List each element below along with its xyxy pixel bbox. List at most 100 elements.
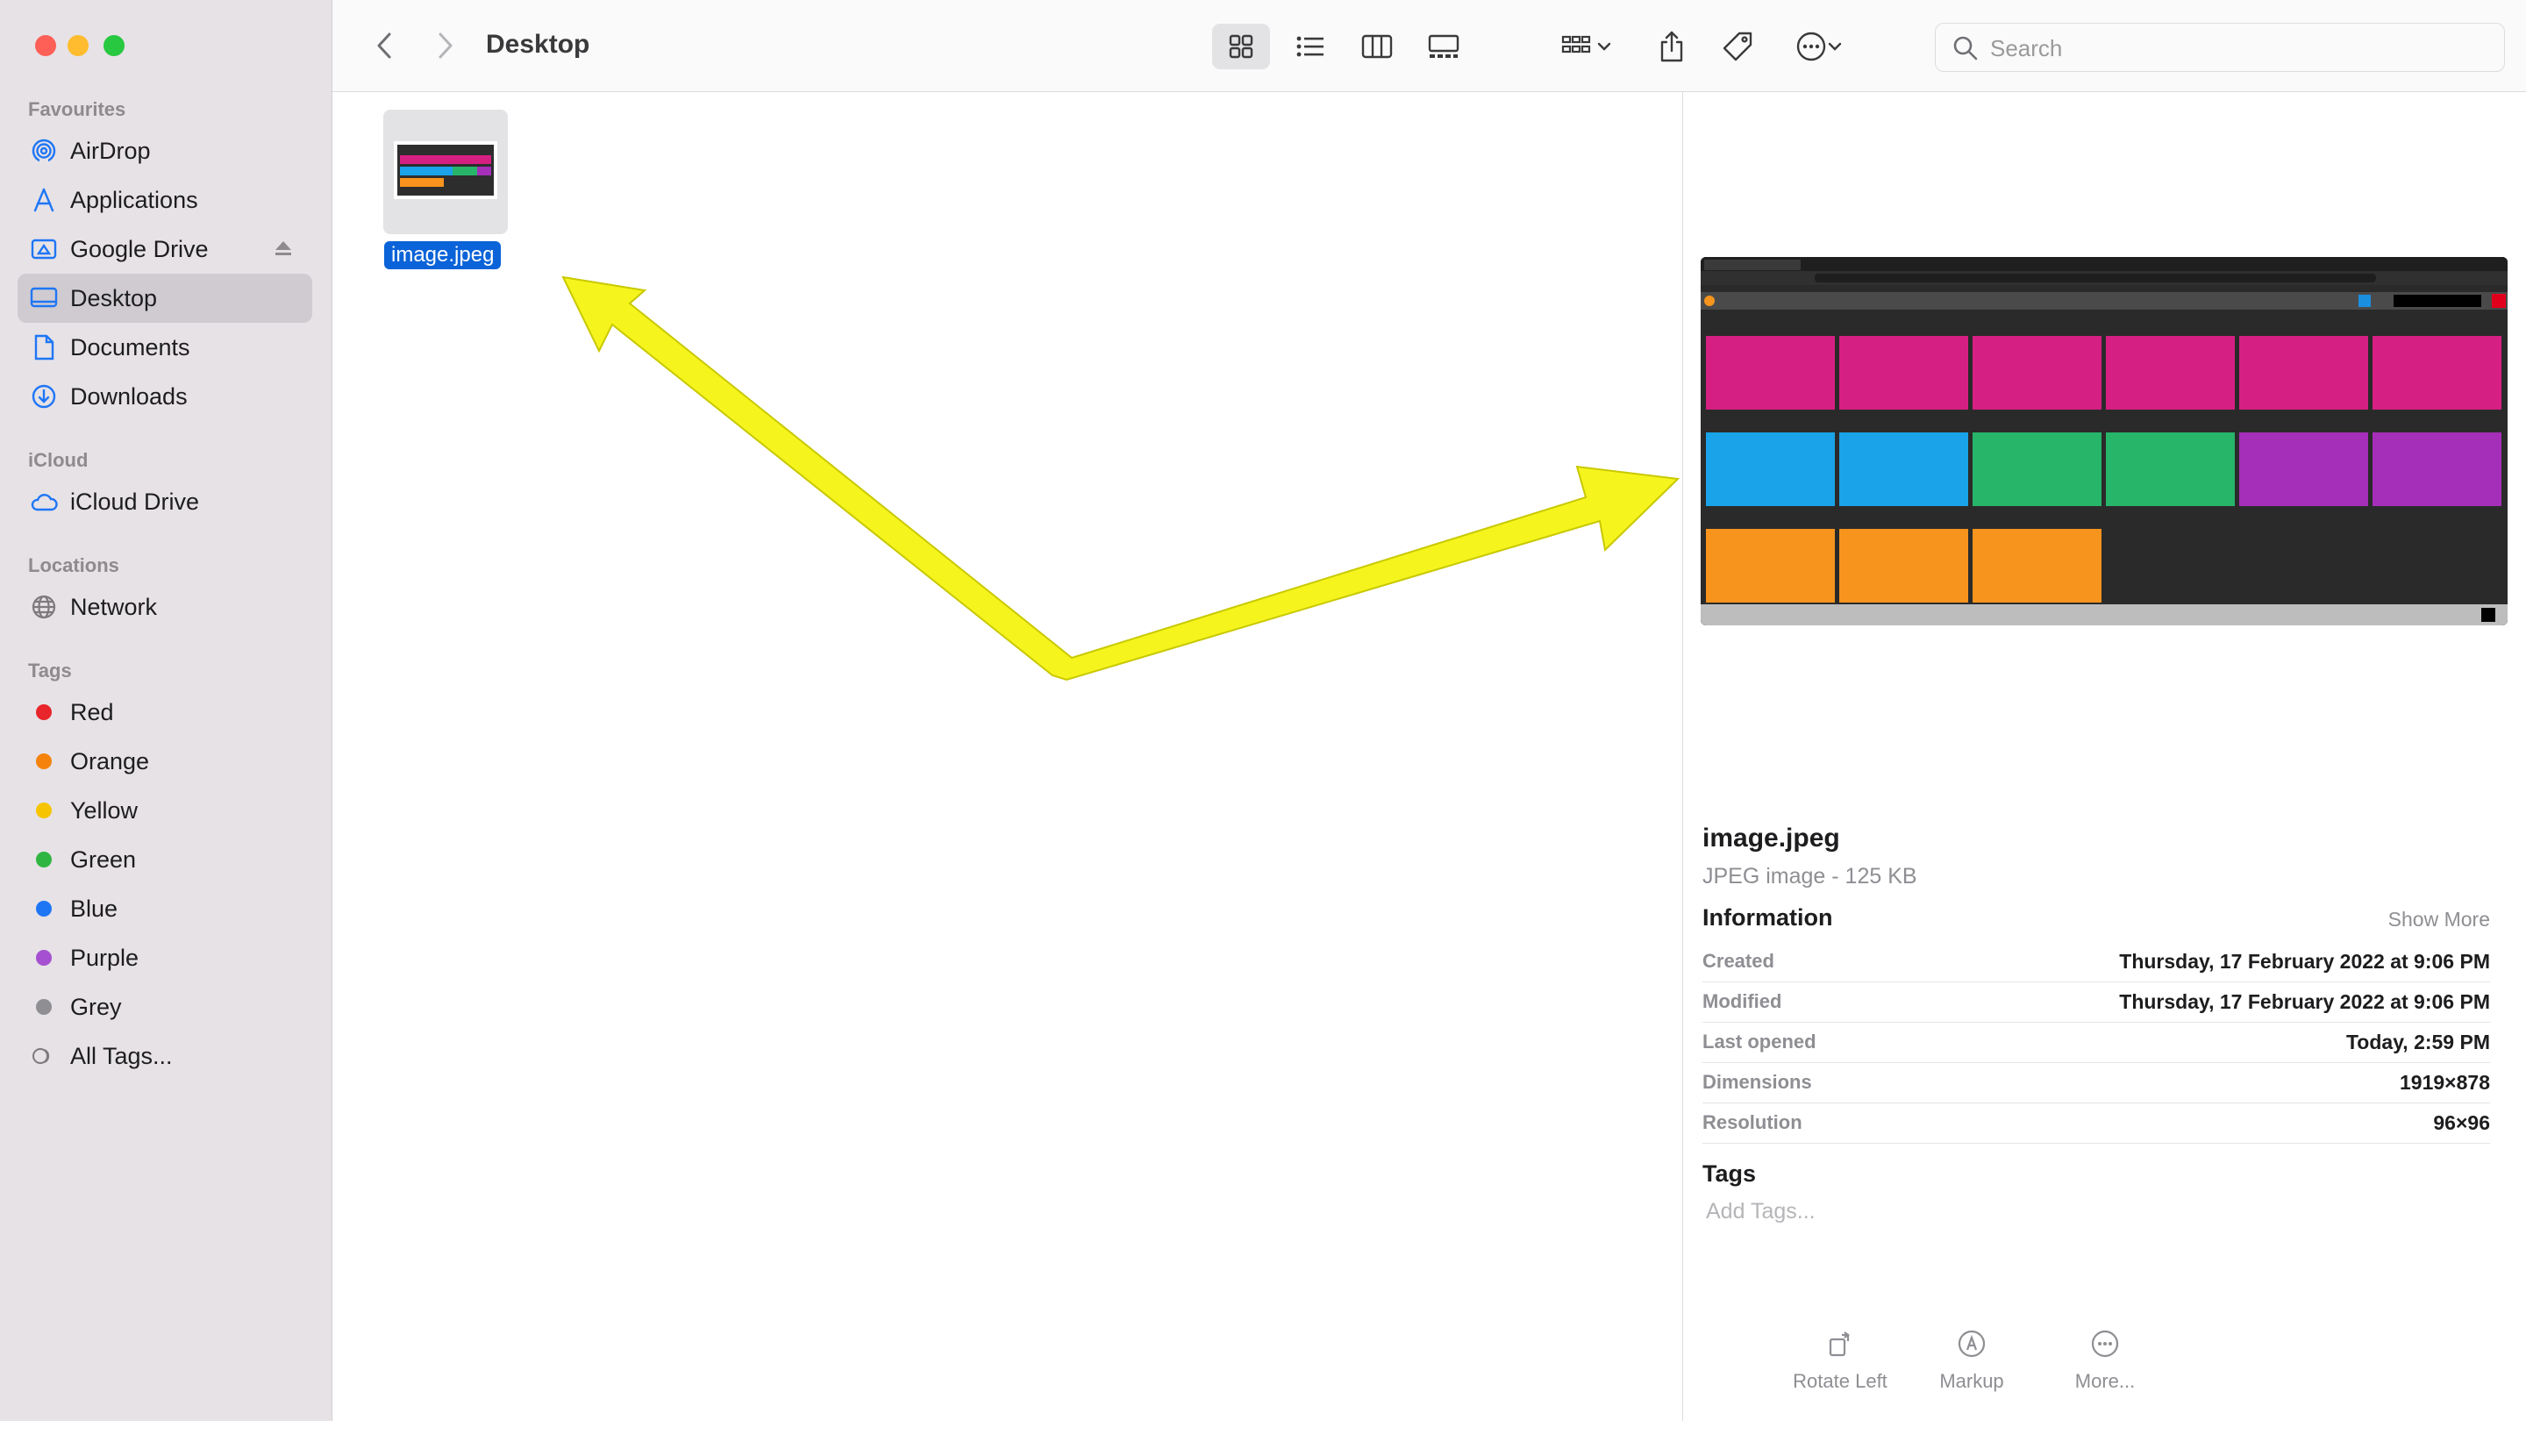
sidebar-item-network[interactable]: Network [18, 582, 312, 632]
sidebar-item-label: All Tags... [70, 1042, 173, 1069]
preview-tile [1706, 529, 1835, 603]
preview-tile [2373, 336, 2501, 410]
sidebar-item-label: Yellow [70, 796, 139, 824]
chevron-down-icon [1828, 42, 1842, 51]
sidebar-item-airdrop[interactable]: AirDrop [18, 126, 312, 175]
add-tags-field[interactable]: Add Tags... [1706, 1199, 1816, 1224]
tag-color-dot-icon [30, 796, 58, 824]
sidebar-item-downloads[interactable]: Downloads [18, 372, 312, 421]
sidebar-item-tag-green[interactable]: Green [18, 835, 312, 884]
share-icon [1660, 31, 1683, 62]
show-more-link[interactable]: Show More [2388, 908, 2490, 931]
eject-icon[interactable] [274, 239, 293, 262]
tag-button[interactable] [1714, 23, 1761, 70]
file-name-label[interactable]: image.jpeg [384, 241, 502, 269]
sidebar-item-tag-red[interactable]: Red [18, 688, 312, 737]
preview-tile [1839, 336, 1968, 410]
sidebar-item-label: Green [70, 846, 137, 873]
tag-icon [1723, 32, 1752, 61]
preview-file-name: image.jpeg [1702, 824, 1840, 853]
section-icloud: iCloud [28, 449, 89, 471]
action-label: Markup [1939, 1370, 2004, 1392]
preview-file-kind: JPEG image - 125 KB [1702, 864, 1917, 889]
tag-color-dot-icon [30, 895, 58, 923]
file-browser[interactable]: image.jpeg [332, 92, 1681, 1421]
sidebar-item-applications[interactable]: Applications [18, 175, 312, 225]
info-row-value: 1919×878 [2400, 1071, 2490, 1094]
tag-color-dot-icon [30, 993, 58, 1021]
cloud-icon [30, 488, 58, 516]
applications-icon [30, 186, 58, 214]
sidebar-item-label: Documents [70, 333, 190, 360]
column-view-button[interactable] [1348, 24, 1406, 69]
icon-view-button[interactable] [1212, 24, 1270, 69]
info-row-value: 96×96 [2433, 1111, 2490, 1134]
download-icon [30, 382, 58, 410]
sidebar-item-label: Network [70, 593, 158, 620]
share-button[interactable] [1648, 23, 1695, 70]
info-row: Modified Thursday, 17 February 2022 at 9:… [1702, 981, 2490, 1023]
sidebar-item-documents[interactable]: Documents [18, 323, 312, 372]
info-row-key: Dimensions [1702, 1071, 1812, 1093]
sidebar-item-tag-grey[interactable]: Grey [18, 982, 312, 1031]
airdrop-icon [30, 137, 58, 165]
file-item-thumbnail[interactable] [383, 110, 508, 234]
sidebar-item-tag-yellow[interactable]: Yellow [18, 786, 312, 835]
search-field[interactable]: Search [1935, 23, 2505, 72]
preview-tile [1839, 432, 1968, 506]
sidebar-item-label: Blue [70, 895, 118, 922]
forward-button[interactable] [427, 26, 462, 65]
preview-pane: image.jpeg JPEG image - 125 KB Informati… [1682, 92, 2526, 1421]
sidebar-item-label: Purple [70, 944, 139, 971]
list-view-button[interactable] [1281, 24, 1339, 69]
sidebar: Favourites AirDrop Applications Google D… [0, 0, 332, 1421]
info-row-key: Resolution [1702, 1111, 1802, 1133]
preview-image [1701, 257, 2508, 625]
sidebar-item-tag-purple[interactable]: Purple [18, 933, 312, 982]
tags-icon [30, 1042, 58, 1070]
back-button[interactable] [367, 26, 403, 65]
grid-icon [1229, 34, 1253, 59]
document-icon [30, 333, 58, 361]
preview-tile [2239, 432, 2368, 506]
info-row-value: Today, 2:59 PM [2345, 1031, 2490, 1053]
finder-window: Favourites AirDrop Applications Google D… [0, 0, 2526, 1421]
preview-tile [1973, 529, 2101, 603]
info-row: Dimensions 1919×878 [1702, 1062, 2490, 1103]
preview-tile [1973, 432, 2101, 506]
markup-button[interactable]: Markup [1906, 1329, 2037, 1393]
rotate-left-button[interactable]: Rotate Left [1774, 1329, 1906, 1393]
group-icon [1561, 35, 1591, 54]
preview-tile [2239, 336, 2368, 410]
sidebar-item-label: Red [70, 698, 114, 725]
minimize-window-button[interactable] [68, 35, 89, 56]
information-heading: Information [1702, 904, 1833, 931]
info-row-value: Thursday, 17 February 2022 at 9:06 PM [2119, 990, 2490, 1013]
sidebar-item-label: iCloud Drive [70, 488, 200, 515]
info-row-key: Last opened [1702, 1031, 1816, 1053]
gallery-view-button[interactable] [1415, 24, 1473, 69]
tag-color-dot-icon [30, 944, 58, 972]
preview-tile [1839, 529, 1968, 603]
section-tags: Tags [28, 660, 72, 682]
sidebar-item-desktop[interactable]: Desktop [18, 274, 312, 323]
sidebar-item-icloud-drive[interactable]: iCloud Drive [18, 477, 312, 526]
sidebar-item-tag-orange[interactable]: Orange [18, 737, 312, 786]
more-button[interactable]: More... [2039, 1329, 2171, 1393]
zoom-window-button[interactable] [103, 35, 125, 56]
preview-tile [2106, 432, 2235, 506]
window-title: Desktop [486, 30, 590, 59]
section-favourites: Favourites [28, 98, 126, 120]
toolbar: Desktop Search [332, 0, 2526, 92]
close-window-button[interactable] [35, 35, 56, 56]
group-button[interactable] [1547, 24, 1626, 69]
sidebar-item-google-drive[interactable]: Google Drive [18, 225, 312, 274]
more-actions-button[interactable] [1784, 23, 1854, 70]
tag-color-dot-icon [30, 698, 58, 726]
desktop-icon [30, 284, 58, 312]
preview-tile [2106, 336, 2235, 410]
preview-tile [1706, 336, 1835, 410]
sidebar-item-all-tags[interactable]: All Tags... [18, 1031, 312, 1081]
sidebar-item-tag-blue[interactable]: Blue [18, 884, 312, 933]
ellipsis-circle-icon [1796, 32, 1826, 61]
